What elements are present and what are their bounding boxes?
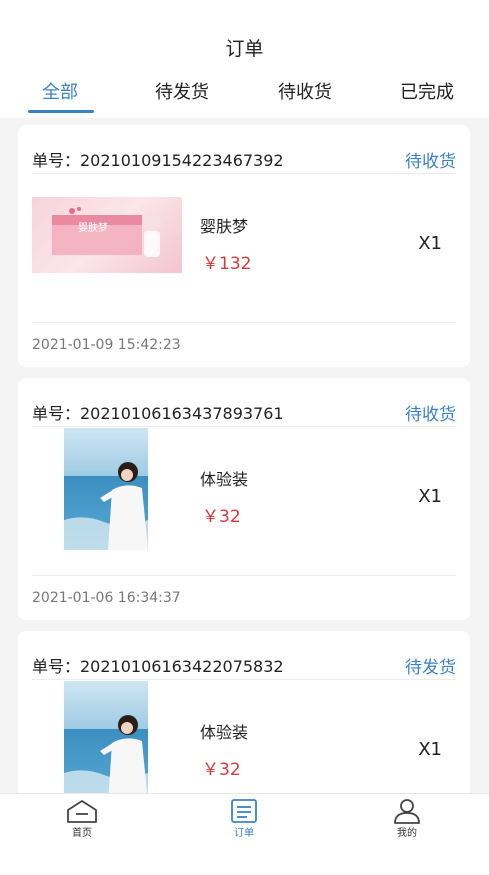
product-box-label: 婴肤梦 (78, 223, 108, 234)
order-status: 待发货 (405, 658, 456, 678)
divider (32, 575, 456, 576)
order-icon (231, 799, 257, 823)
product-price: ￥132 (202, 254, 252, 274)
home-icon (67, 800, 97, 823)
divider (32, 679, 456, 680)
order-tabs: 全部 待发货 待收货 已完成 (0, 78, 489, 118)
product-name: 婴肤梦 (200, 217, 249, 236)
divider (32, 173, 456, 174)
product-box-image (52, 207, 161, 257)
tab-completed[interactable]: 已完成 (377, 78, 477, 104)
product-photo-image (64, 428, 148, 550)
order-card[interactable]: 单号：20210106163437893761 待收货 体验装 ￥32 X1 2… (18, 378, 470, 620)
nav-orders[interactable]: 订单 (204, 798, 284, 839)
nav-orders-label: 订单 (234, 828, 254, 839)
product-quantity: X1 (418, 233, 442, 254)
nav-home-label: 首页 (72, 828, 92, 839)
order-number: 单号：20210109154223467392 (32, 151, 284, 170)
order-number: 单号：20210106163422075832 (32, 657, 284, 676)
product-name: 体验装 (200, 470, 249, 489)
nav-profile[interactable]: 我的 (367, 798, 447, 839)
product-photo-image (64, 681, 148, 803)
divider (32, 322, 456, 323)
order-status: 待收货 (405, 405, 456, 425)
tab-pending-shipment[interactable]: 待发货 (132, 78, 232, 104)
nav-profile-label: 我的 (397, 828, 417, 839)
product-price: ￥32 (202, 760, 241, 780)
order-status: 待收货 (405, 152, 456, 172)
page-title: 订单 (225, 38, 264, 60)
product-price: ￥32 (202, 507, 241, 527)
tab-pending-receipt[interactable]: 待收货 (255, 78, 355, 104)
product-quantity: X1 (418, 739, 442, 760)
order-time: 2021-01-09 15:42:23 (32, 337, 181, 353)
product-name: 体验装 (200, 723, 249, 742)
product-thumbnail[interactable] (64, 428, 148, 550)
product-thumbnail[interactable] (64, 681, 148, 803)
bottom-navigation: 首页 订单 我的 (0, 793, 489, 875)
profile-icon (394, 799, 420, 824)
active-tab-indicator (28, 110, 94, 113)
product-quantity: X1 (418, 486, 442, 507)
product-thumbnail[interactable]: 婴肤梦 (32, 197, 182, 273)
top-header: 订单 全部 待发货 待收货 已完成 (0, 0, 489, 118)
divider (32, 426, 456, 427)
tab-all[interactable]: 全部 (10, 78, 110, 104)
nav-home[interactable]: 首页 (42, 798, 122, 839)
order-card[interactable]: 单号：20210109154223467392 待收货 婴肤梦 婴肤梦 ￥132… (18, 125, 470, 367)
order-time: 2021-01-06 16:34:37 (32, 590, 181, 606)
order-number: 单号：20210106163437893761 (32, 404, 284, 423)
